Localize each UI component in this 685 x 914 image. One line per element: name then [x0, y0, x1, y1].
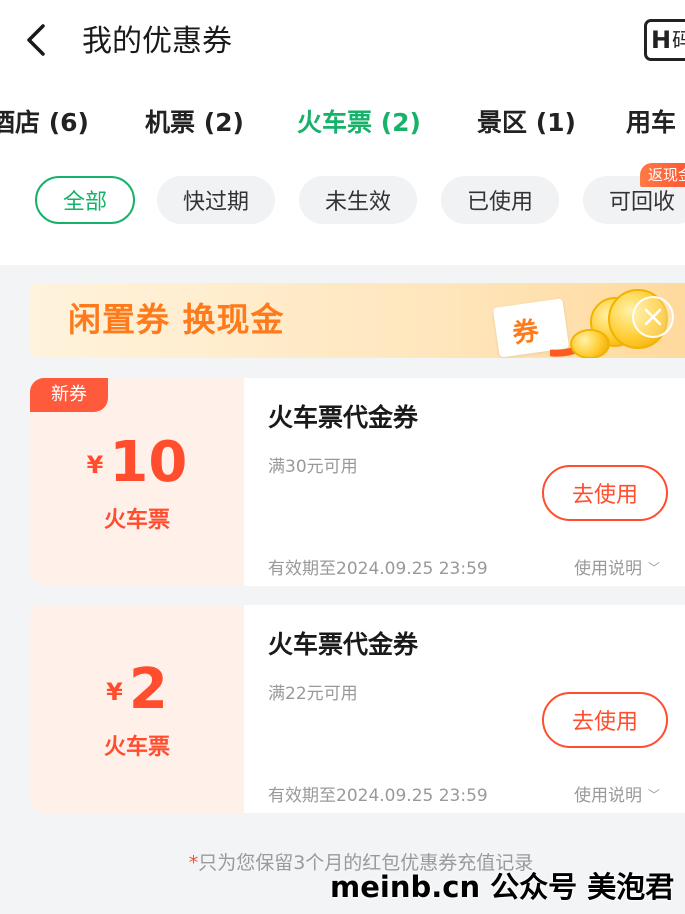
- banner-text: 闲置券 换现金: [68, 300, 285, 339]
- new-coupon-badge: 新券: [30, 378, 108, 412]
- chevron-left-icon: [27, 24, 45, 56]
- promo-banner[interactable]: 闲置券 换现金 券: [30, 283, 685, 358]
- close-icon[interactable]: [632, 296, 674, 338]
- usage-rules-link[interactable]: 使用说明 ﹀: [574, 554, 660, 579]
- ticket-icon-label: 券: [510, 316, 541, 350]
- tab-hotel[interactable]: 酒店 (6): [0, 100, 89, 146]
- coupon-card: 新券 ¥10 火车票 火车票代金券 满30元可用 去使用 有效期至2024.09…: [30, 378, 685, 586]
- tab-scenic[interactable]: 景区 (1): [477, 100, 576, 146]
- coupon-amount: ¥2: [30, 655, 244, 725]
- chip-not-active[interactable]: 未生效: [299, 176, 417, 224]
- usage-rules-label: 使用说明: [574, 559, 642, 579]
- code-icon-label: 码: [672, 22, 685, 58]
- coupon-type: 火车票: [103, 735, 170, 760]
- cashback-badge: 返现金: [640, 163, 685, 187]
- amount-value: 10: [109, 430, 188, 495]
- chip-expiring[interactable]: 快过期: [157, 176, 275, 224]
- coupon-condition: 满30元可用: [268, 457, 358, 477]
- back-button[interactable]: [20, 22, 52, 58]
- tab-car[interactable]: 用车: [626, 100, 676, 146]
- coupon-title: 火车票代金券: [268, 630, 419, 659]
- filter-chips: 全部 快过期 未生效 已使用 可回收: [0, 176, 685, 226]
- category-tabs: 酒店 (6) 机票 (2) 火车票 (2) 景区 (1) 用车: [0, 100, 685, 148]
- code-scan-icon[interactable]: H 码: [644, 19, 685, 61]
- coupon-expiry: 有效期至2024.09.25 23:59: [268, 559, 488, 579]
- coin-icon: [570, 329, 610, 358]
- watermark-text: meinb.cn 公众号 美泡君: [330, 870, 675, 904]
- coupon-value-panel: ¥2 火车票: [30, 605, 244, 813]
- header: 我的优惠券 H 码 酒店 (6) 机票 (2) 火车票 (2) 景区 (1) 用…: [0, 0, 685, 265]
- usage-rules-link[interactable]: 使用说明 ﹀: [574, 781, 660, 806]
- coupon-value-panel: 新券 ¥10 火车票: [30, 378, 244, 586]
- code-icon-h: H: [651, 26, 672, 54]
- coupon-condition: 满22元可用: [268, 684, 358, 704]
- chip-used[interactable]: 已使用: [441, 176, 559, 224]
- use-coupon-button[interactable]: 去使用: [542, 692, 668, 748]
- coupon-title: 火车票代金券: [268, 403, 419, 432]
- amount-value: 2: [128, 657, 168, 722]
- usage-rules-label: 使用说明: [574, 786, 642, 806]
- page-title: 我的优惠券: [82, 24, 232, 59]
- coupon-type: 火车票: [103, 508, 170, 533]
- coupon-card: ¥2 火车票 火车票代金券 满22元可用 去使用 有效期至2024.09.25 …: [30, 605, 685, 813]
- note-asterisk: *: [188, 852, 199, 874]
- use-coupon-button[interactable]: 去使用: [542, 465, 668, 521]
- chevron-down-icon: ﹀: [648, 561, 661, 575]
- tab-flight[interactable]: 机票 (2): [145, 100, 244, 146]
- currency-symbol: ¥: [106, 678, 123, 706]
- coupon-expiry: 有效期至2024.09.25 23:59: [268, 786, 488, 806]
- coupon-amount: ¥10: [30, 428, 244, 498]
- tab-train[interactable]: 火车票 (2): [297, 100, 421, 146]
- chip-all[interactable]: 全部: [35, 176, 135, 224]
- chevron-down-icon: ﹀: [648, 788, 661, 802]
- currency-symbol: ¥: [86, 451, 104, 479]
